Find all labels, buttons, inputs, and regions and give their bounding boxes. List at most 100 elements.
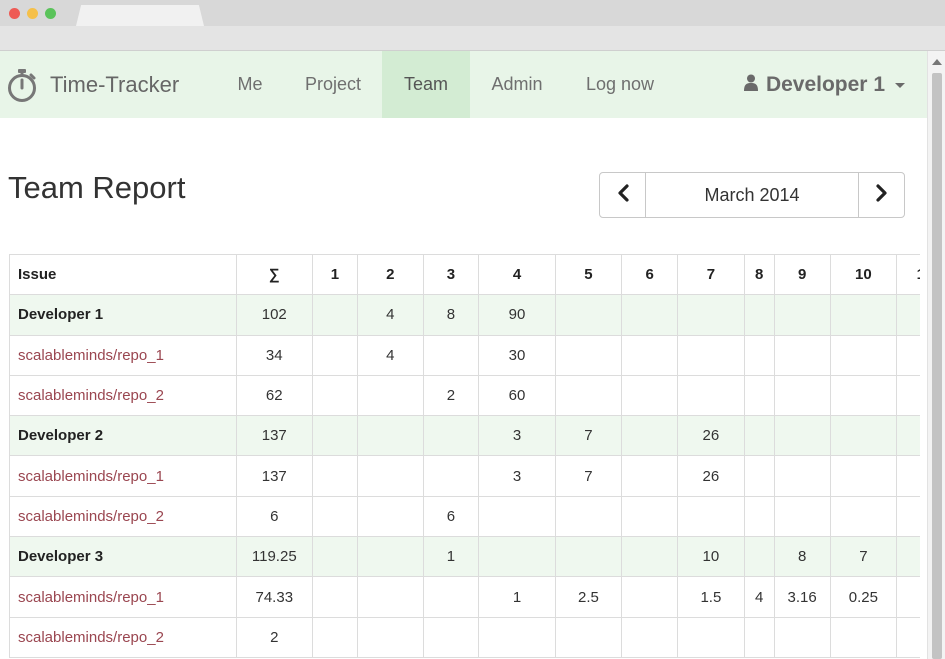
hours-cell: 0.25 [829,576,898,618]
hours-cell [621,334,679,376]
hours-cell [357,576,424,618]
hours-cell: 2.5 [554,576,623,618]
repository-row: scalableminds/repo_1 137 3 7 26 [9,455,920,497]
browser-tab[interactable] [76,5,204,26]
hours-cell [896,294,920,336]
column-header-day: 3 [422,254,480,296]
hours-cell: 10 [677,536,745,578]
sum-cell: 6 [235,495,313,538]
scroll-up-arrow-icon[interactable] [932,59,942,65]
hours-cell [896,334,920,376]
repository-cell: scalableminds/repo_2 [9,495,237,538]
caret-down-icon [895,83,905,88]
hours-cell [311,374,359,417]
sum-cell: 34 [235,334,313,376]
hours-cell [829,455,898,497]
hours-cell [677,374,745,417]
hours-cell [357,374,424,417]
hours-cell [422,455,480,497]
page-scrollbar[interactable] [927,51,945,659]
hours-cell: 7 [554,455,623,497]
hours-cell [743,536,775,578]
hours-cell: 26 [677,455,745,497]
hours-cell [621,495,679,538]
team-report-table-container[interactable]: Issue∑123456789101112 Developer 11024890… [9,254,920,659]
repository-link[interactable]: scalableminds/repo_1 [18,468,164,485]
user-name: Developer 1 [765,72,885,96]
hours-cell [829,374,898,417]
hours-cell [896,616,920,658]
hours-cell [554,334,623,376]
repository-link[interactable]: scalableminds/repo_1 [18,589,164,606]
column-header-day: 9 [773,254,831,296]
column-header-issue: Issue [9,254,237,296]
sum-cell: 102 [235,294,313,336]
sum-cell: 62 [235,374,313,417]
hours-cell [829,334,898,376]
developer-row: Developer 2 137 3 7 26 [9,415,920,457]
table-header-row: Issue∑123456789101112 [9,254,920,296]
repository-cell: scalableminds/repo_1 [9,455,237,497]
page-title: Team Report [8,170,186,205]
hours-cell [422,415,480,457]
column-header-day: 11 [896,254,920,296]
browser-tab-bar [0,0,945,26]
repository-link[interactable]: scalableminds/repo_1 [18,347,164,364]
hours-cell [743,495,775,538]
hours-cell [829,415,898,457]
window-maximize-button[interactable] [45,8,56,19]
repository-link[interactable]: scalableminds/repo_2 [18,387,164,404]
column-header-day: 10 [829,254,898,296]
hours-cell [773,495,831,538]
hours-cell [554,616,623,658]
window-close-button[interactable] [9,8,20,19]
nav-admin[interactable]: Admin [480,51,554,118]
table-body: Developer 1 102 4 8 90 scalableminds/repo_1 34… [9,294,920,658]
hours-cell [621,616,679,658]
nav-team[interactable]: Team [382,51,470,118]
repository-row: scalableminds/repo_1 34 4 30 [9,334,920,376]
stopwatch-icon [6,68,38,102]
repository-link[interactable]: scalableminds/repo_2 [18,629,164,646]
hours-cell: 3 [478,455,556,497]
hours-cell [311,334,359,376]
repository-row: scalableminds/repo_2 2 [9,616,920,658]
hours-cell [773,455,831,497]
brand[interactable]: Time-Tracker [6,51,179,118]
nav-log-now[interactable]: Log now [572,51,668,118]
nav-project[interactable]: Project [294,51,372,118]
hours-cell: 3.16 [773,576,831,618]
sum-cell: 2 [235,616,313,658]
hours-cell: 4 [357,294,424,336]
user-menu-dropdown[interactable]: Developer 1 [743,51,905,118]
hours-cell [896,374,920,417]
column-header-day: 4 [478,254,556,296]
hours-cell: 8 [773,536,831,578]
hours-cell: 90 [478,294,556,336]
hours-cell [743,415,775,457]
previous-month-button[interactable] [600,173,646,217]
hours-cell [621,536,679,578]
team-report-table: Issue∑123456789101112 Developer 11024890… [9,254,920,658]
brand-name: Time-Tracker [50,71,180,97]
hours-cell [829,495,898,538]
hours-cell [621,455,679,497]
nav-me[interactable]: Me [222,51,278,118]
hours-cell [478,616,556,658]
hours-cell: 30 [478,334,556,376]
scroll-thumb[interactable] [932,73,942,659]
hours-cell [743,455,775,497]
developer-name-cell: Developer 3 [9,536,237,578]
hours-cell [896,495,920,538]
window-minimize-button[interactable] [27,8,38,19]
sum-cell: 137 [235,455,313,497]
next-month-button[interactable] [858,173,904,217]
browser-chrome [0,0,945,51]
hours-cell: 60 [478,374,556,417]
hours-cell [311,576,359,618]
hours-cell [621,374,679,417]
hours-cell [357,415,424,457]
hours-cell [311,455,359,497]
repository-link[interactable]: scalableminds/repo_2 [18,508,164,525]
hours-cell: 8 [422,294,480,336]
